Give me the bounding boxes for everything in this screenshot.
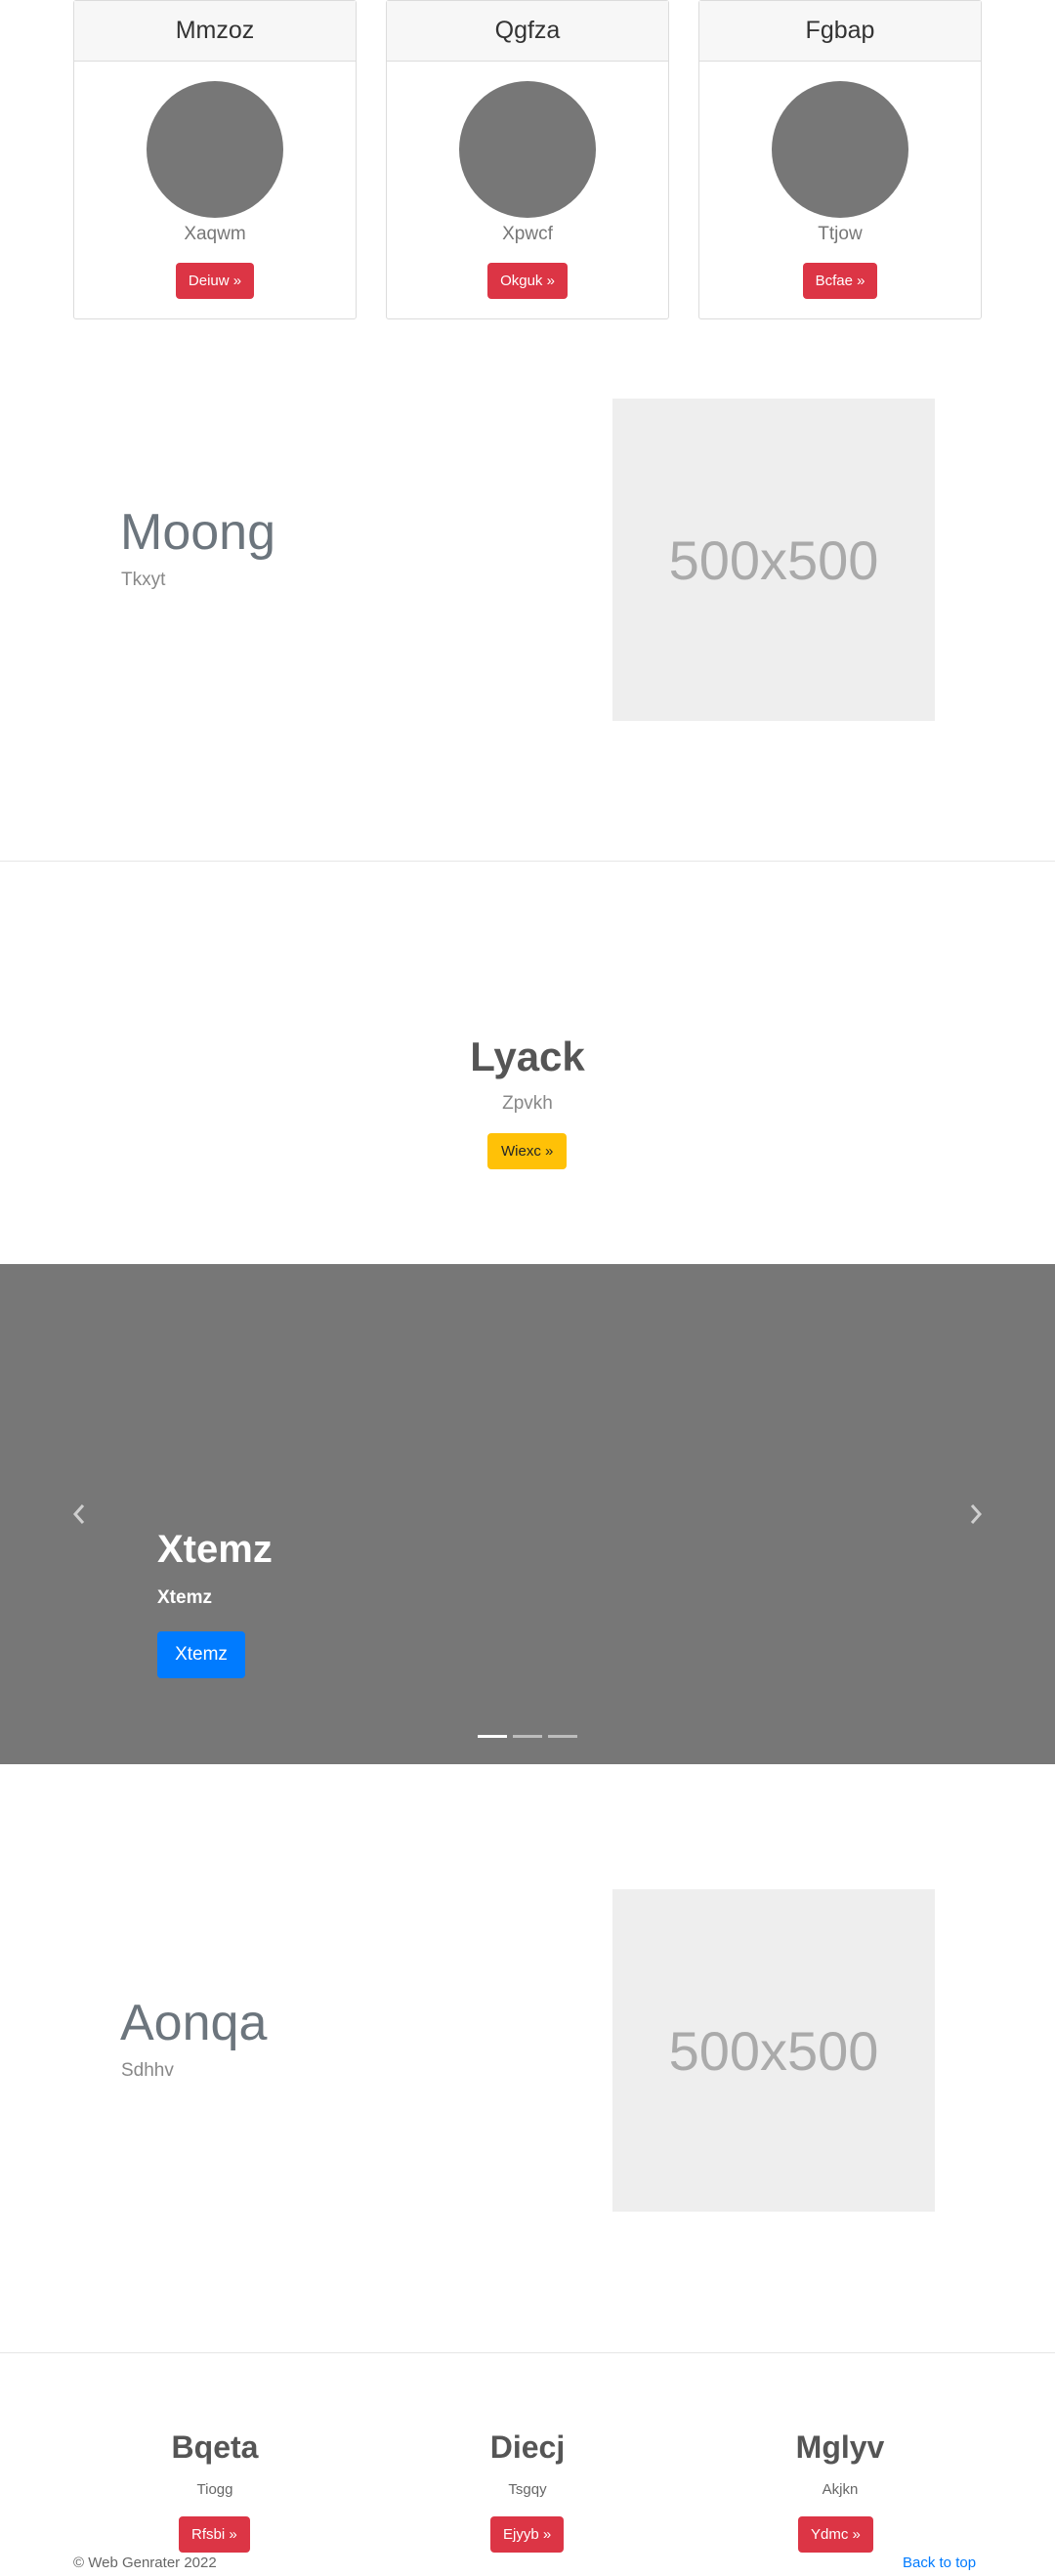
card-subtitle: Xpwcf — [502, 224, 553, 244]
placeholder-image: 500x500 — [612, 1889, 935, 2212]
card-header: Qgfza — [387, 1, 668, 62]
column-subtitle: Akjkn — [822, 2481, 859, 2498]
column-button-ydmc[interactable]: Ydmc » — [798, 2516, 873, 2553]
feature-subtitle: Tkxyt — [121, 570, 166, 590]
carousel-indicator-2[interactable] — [513, 1735, 542, 1738]
card-button-bcfae[interactable]: Bcfae » — [802, 263, 878, 299]
card-header: Fgbap — [699, 1, 981, 62]
card-subtitle: Ttjow — [818, 224, 863, 244]
avatar — [147, 81, 283, 218]
card-header: Mmzoz — [74, 1, 356, 62]
card-mmzoz: Mmzoz Xaqwm Deiuw » — [73, 0, 357, 319]
card-subtitle: Xaqwm — [184, 224, 246, 244]
center-subtitle: Zpvkh — [502, 1093, 553, 1114]
chevron-left-icon[interactable] — [64, 1495, 94, 1534]
card-fgbap: Fgbap Ttjow Bcfae » — [698, 0, 982, 319]
avatar — [772, 81, 908, 218]
carousel: Xtemz Xtemz Xtemz — [0, 1264, 1055, 1764]
carousel-indicator-3[interactable] — [548, 1735, 577, 1738]
carousel-indicator-1[interactable] — [478, 1735, 507, 1738]
carousel-title: Xtemz — [157, 1528, 273, 1571]
back-to-top-link[interactable]: Back to top — [903, 2555, 976, 2571]
placeholder-label: 500x500 — [668, 528, 879, 591]
feature-title: Aonqa — [120, 1995, 268, 2051]
carousel-subtitle: Xtemz — [157, 1587, 212, 1608]
footer-copyright: © Web Genrater 2022 — [73, 2555, 217, 2571]
feature-title: Moong — [120, 504, 275, 561]
column-subtitle: Tsgqy — [508, 2481, 547, 2498]
avatar — [459, 81, 596, 218]
column-button-rfsbi[interactable]: Rfsbi » — [179, 2516, 250, 2553]
card-button-okguk[interactable]: Okguk » — [487, 263, 568, 299]
placeholder-label: 500x500 — [668, 2019, 879, 2082]
center-title: Lyack — [470, 1034, 585, 1079]
section-divider — [0, 861, 1055, 862]
feature-subtitle: Sdhhv — [121, 2060, 174, 2081]
carousel-button[interactable]: Xtemz — [157, 1631, 245, 1678]
card-button-deiuw[interactable]: Deiuw » — [175, 263, 255, 299]
placeholder-image: 500x500 — [612, 399, 935, 721]
card-qgfza: Qgfza Xpwcf Okguk » — [386, 0, 669, 319]
column-title: Bqeta — [171, 2429, 259, 2465]
column-subtitle: Tiogg — [196, 2481, 233, 2498]
section-divider — [0, 2352, 1055, 2353]
center-button[interactable]: Wiexc » — [487, 1133, 568, 1169]
column-title: Mglyv — [795, 2429, 885, 2465]
column-title: Diecj — [489, 2429, 566, 2465]
column-button-ejyyb[interactable]: Ejyyb » — [490, 2516, 565, 2553]
chevron-right-icon[interactable] — [961, 1495, 991, 1534]
page: Mmzoz Xaqwm Deiuw » Qgfza Xpwcf Okguk » … — [0, 0, 1055, 2576]
